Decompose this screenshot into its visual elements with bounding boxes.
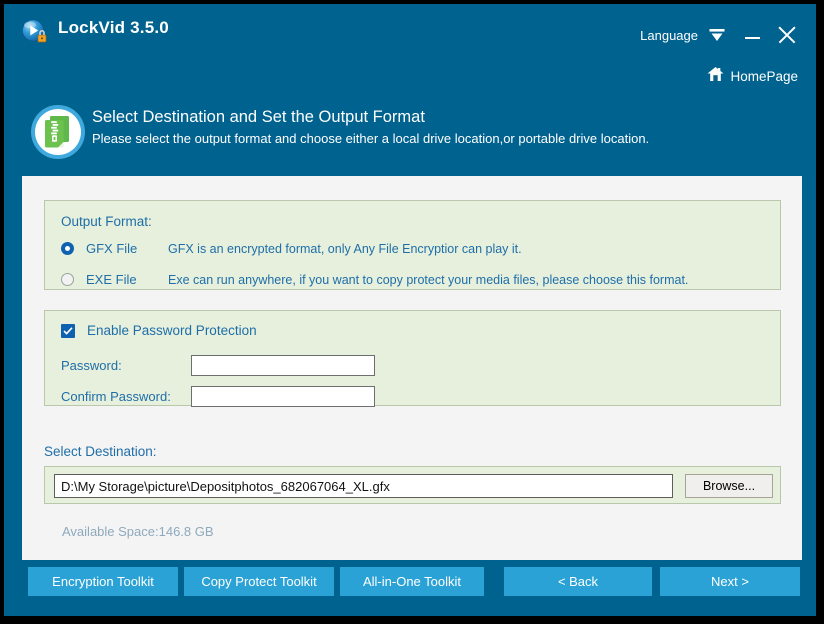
copy-protect-toolkit-button[interactable]: Copy Protect Toolkit xyxy=(184,567,334,596)
password-input[interactable] xyxy=(191,355,375,376)
radio-gfx-label: GFX File xyxy=(86,241,138,256)
close-button[interactable] xyxy=(776,24,798,46)
enable-password-checkbox[interactable]: Enable Password Protection xyxy=(61,323,257,338)
radio-exe-label: EXE File xyxy=(86,272,137,287)
password-field-row: Password: xyxy=(61,355,375,376)
available-space-label: Available Space:146.8 GB xyxy=(62,524,214,539)
password-label: Password: xyxy=(61,358,122,373)
password-protection-group: Enable Password Protection Password: Con… xyxy=(44,310,781,407)
enable-password-label: Enable Password Protection xyxy=(87,323,257,338)
confirm-password-input[interactable] xyxy=(191,386,375,407)
back-button[interactable]: < Back xyxy=(504,567,652,596)
confirm-password-field-row: Confirm Password: xyxy=(61,386,375,407)
encryption-toolkit-button[interactable]: Encryption Toolkit xyxy=(28,567,178,596)
next-button[interactable]: Next > xyxy=(660,567,800,596)
title-bar: LockVid 3.5.0 Language xyxy=(4,4,816,56)
homepage-label: HomePage xyxy=(730,69,798,84)
destination-group: Browse... xyxy=(44,466,781,504)
app-title: LockVid 3.5.0 xyxy=(58,18,169,37)
lock-video-icon xyxy=(20,18,48,46)
select-destination-label: Select Destination: xyxy=(44,444,157,459)
footer-toolbar: Encryption Toolkit Copy Protect Toolkit … xyxy=(4,564,816,616)
page-header: Select Destination and Set the Output Fo… xyxy=(4,100,816,166)
language-label[interactable]: Language xyxy=(640,28,698,43)
radio-gfx-indicator[interactable] xyxy=(61,242,74,255)
checkmark-icon[interactable] xyxy=(61,323,75,338)
minimize-icon xyxy=(745,37,760,39)
page-subtitle: Please select the output format and choo… xyxy=(92,131,650,146)
home-icon xyxy=(707,66,724,87)
output-format-group: Output Format: GFX File GFX is an encryp… xyxy=(44,200,781,290)
application-window: LockVid 3.5.0 Language HomePage Select D… xyxy=(4,4,816,616)
radio-option-exe[interactable]: EXE File Exe can run anywhere, if you wa… xyxy=(61,272,688,287)
radio-exe-description: Exe can run anywhere, if you want to cop… xyxy=(168,272,689,287)
browse-button[interactable]: Browse... xyxy=(685,474,773,498)
chevron-down-icon[interactable] xyxy=(708,28,726,44)
output-format-label: Output Format: xyxy=(61,214,152,229)
zip-archive-icon xyxy=(30,104,86,160)
destination-path-input[interactable] xyxy=(54,474,673,498)
radio-exe-indicator[interactable] xyxy=(61,273,74,286)
radio-gfx-description: GFX is an encrypted format, only Any Fil… xyxy=(168,241,522,256)
radio-option-gfx[interactable]: GFX File GFX is an encrypted format, onl… xyxy=(61,241,522,256)
all-in-one-toolkit-button[interactable]: All-in-One Toolkit xyxy=(340,567,484,596)
page-title: Select Destination and Set the Output Fo… xyxy=(92,108,425,126)
content-panel: Output Format: GFX File GFX is an encryp… xyxy=(22,176,802,560)
homepage-link[interactable]: HomePage xyxy=(707,66,798,87)
minimize-button[interactable] xyxy=(743,26,763,46)
confirm-password-label: Confirm Password: xyxy=(61,389,171,404)
